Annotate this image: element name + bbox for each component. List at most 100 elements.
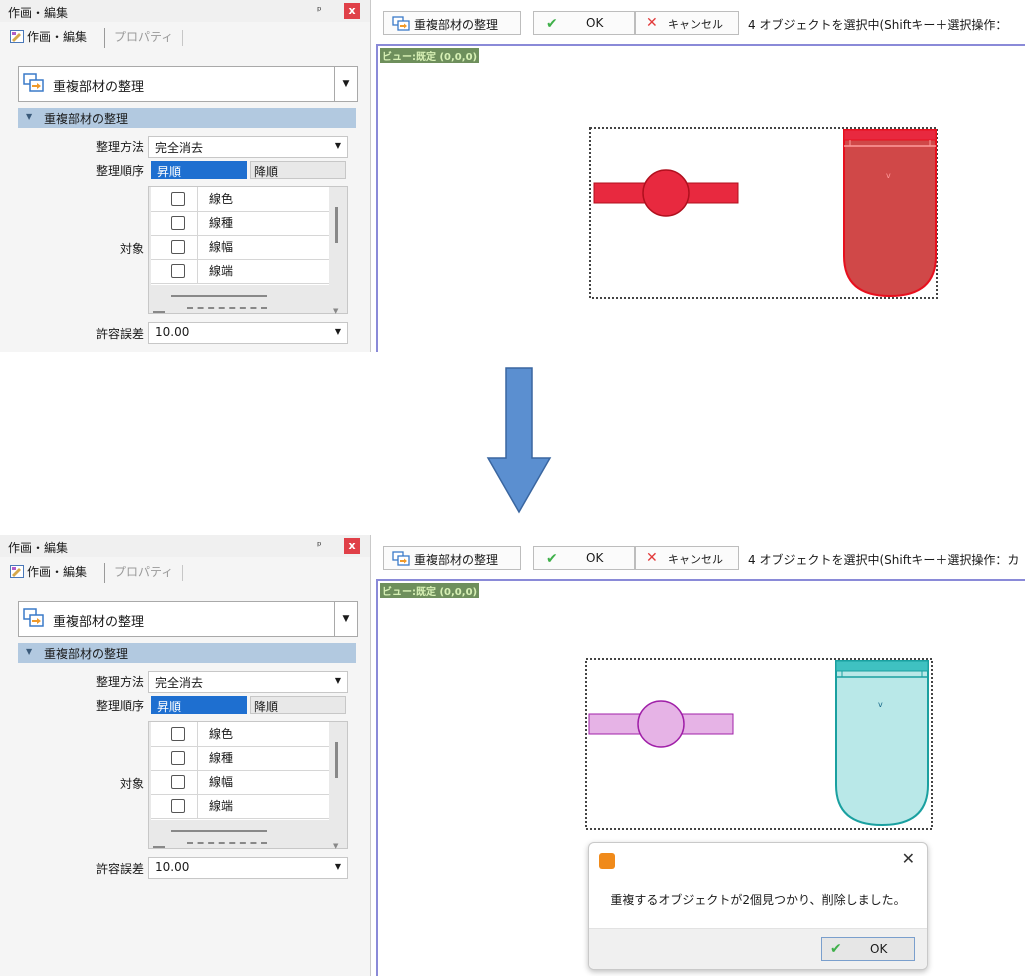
close-icon[interactable]: x: [344, 538, 360, 554]
close-icon[interactable]: ✕: [902, 849, 915, 868]
fixture-object[interactable]: [843, 129, 937, 298]
after-screenshot: 作画・編集 ᵖ x 作画・編集 プロパティ 重複部材の整理 ▼ ▼ 重複部材の整…: [0, 535, 1025, 976]
tab-draw-edit[interactable]: 作画・編集: [10, 26, 87, 48]
chevron-down-icon[interactable]: ▼: [335, 327, 341, 336]
pin-icon[interactable]: ᵖ: [317, 539, 322, 552]
tab-properties[interactable]: プロパティ: [114, 26, 173, 48]
duplicate-cleanup-button[interactable]: 重複部材の整理: [383, 11, 521, 35]
list-item[interactable]: 線端: [151, 794, 329, 819]
order-descending-button[interactable]: 降順: [250, 696, 346, 714]
horizontal-scrollbar[interactable]: [171, 295, 267, 297]
target-item-label: 線種: [209, 751, 234, 765]
target-list[interactable]: 線色 線種 線幅 線端 ▼: [148, 186, 348, 315]
group-header[interactable]: ▼ 重複部材の整理: [18, 108, 356, 128]
list-item[interactable]: 線色: [151, 187, 329, 212]
divider: [197, 746, 198, 770]
tolerance-field[interactable]: 10.00 ▼: [148, 857, 348, 879]
app-icon: [599, 853, 615, 869]
checkbox[interactable]: [171, 192, 185, 206]
vertical-scrollbar[interactable]: [335, 207, 338, 243]
target-label: 対象: [119, 242, 144, 256]
group-header[interactable]: ▼ 重複部材の整理: [18, 643, 356, 663]
dialog-message: 重複するオブジェクトが2個見つかり、削除しました。: [610, 893, 906, 907]
divider: [187, 307, 267, 309]
order-ascending-button[interactable]: 昇順: [151, 696, 247, 714]
dialog-footer: ✔ OK: [589, 928, 927, 969]
dialog-ok-button[interactable]: ✔ OK: [821, 937, 915, 961]
list-item[interactable]: 線色: [151, 722, 329, 747]
target-item-label: 線端: [209, 264, 234, 278]
method-select[interactable]: 完全消去 ▼: [148, 136, 348, 158]
tolerance-label: 許容誤差: [95, 862, 144, 876]
fitting-object[interactable]: [637, 700, 685, 748]
draw-edit-icon: [10, 30, 24, 43]
method-value: 完全消去: [155, 141, 204, 155]
cancel-button[interactable]: ✕ キャンセル: [635, 546, 739, 570]
cancel-button[interactable]: ✕ キャンセル: [635, 11, 739, 35]
function-select[interactable]: 重複部材の整理 ▼: [18, 601, 358, 637]
list-item[interactable]: 線幅: [151, 770, 329, 795]
pin-icon[interactable]: ᵖ: [317, 4, 322, 17]
checkbox[interactable]: [171, 799, 185, 813]
target-label: 対象: [119, 777, 144, 791]
fitting-object[interactable]: [642, 169, 690, 217]
method-select[interactable]: 完全消去 ▼: [148, 671, 348, 693]
chevron-down-icon[interactable]: ▼: [334, 67, 357, 101]
check-icon: ✔: [546, 551, 558, 567]
duplicate-cleanup-icon: [392, 551, 410, 566]
order-ascending-button[interactable]: 昇順: [151, 161, 247, 179]
ok-label: OK: [586, 16, 604, 30]
tolerance-label: 許容誤差: [95, 327, 144, 341]
result-dialog: ✕ 重複するオブジェクトが2個見つかり、削除しました。 ✔ OK: [588, 842, 928, 970]
tab-draw-edit[interactable]: 作画・編集: [10, 561, 87, 583]
fixture-object[interactable]: [835, 660, 929, 827]
tolerance-value: 10.00: [155, 860, 190, 874]
duplicate-cleanup-button[interactable]: 重複部材の整理: [383, 546, 521, 570]
tab-properties[interactable]: プロパティ: [114, 561, 173, 583]
list-item[interactable]: 線種: [151, 746, 329, 771]
horizontal-scrollbar[interactable]: [171, 830, 267, 832]
arrow-down-icon: [486, 367, 552, 514]
divider: [197, 259, 198, 283]
chevron-down-icon[interactable]: ▼: [334, 602, 357, 636]
divider: [197, 211, 198, 235]
list-item[interactable]: 線幅: [151, 235, 329, 260]
order-label: 整理順序: [95, 164, 144, 178]
tolerance-field[interactable]: 10.00 ▼: [148, 322, 348, 344]
cancel-label: キャンセル: [668, 553, 723, 566]
chevron-down-icon: ▼: [334, 141, 341, 150]
target-list[interactable]: 線色 線種 線幅 線端 ▼: [148, 721, 348, 850]
panel-titlebar: 作画・編集 ᵖ x: [0, 0, 370, 22]
command-toolbar: 重複部材の整理 ✔ OK ✕ キャンセル 4 オブジェクトを選択中(Shiftキ…: [376, 8, 1025, 38]
panel-title: 作画・編集: [8, 541, 69, 555]
close-icon[interactable]: x: [344, 3, 360, 19]
command-toolbar: 重複部材の整理 ✔ OK ✕ キャンセル 4 オブジェクトを選択中(Shiftキ…: [376, 543, 1025, 573]
ok-button[interactable]: ✔ OK: [533, 11, 635, 35]
duplicate-cleanup-icon: [23, 608, 44, 627]
ok-button[interactable]: ✔ OK: [533, 546, 635, 570]
checkbox[interactable]: [171, 216, 185, 230]
vertical-scrollbar[interactable]: [335, 742, 338, 778]
collapse-triangle-icon[interactable]: ▼: [26, 112, 32, 121]
chevron-down-icon[interactable]: ▼: [333, 307, 338, 315]
list-item[interactable]: 線端: [151, 259, 329, 284]
order-ascending-label: 昇順: [157, 700, 182, 714]
divider: [197, 794, 198, 818]
drawing-canvas[interactable]: ビュー:既定 (0,0,0) v: [376, 44, 1025, 352]
fixture-top: [835, 660, 929, 672]
chevron-down-icon[interactable]: ▼: [333, 842, 338, 850]
checkbox[interactable]: [171, 751, 185, 765]
checkbox[interactable]: [171, 240, 185, 254]
list-item[interactable]: 線種: [151, 211, 329, 236]
checkbox[interactable]: [171, 727, 185, 741]
function-select[interactable]: 重複部材の整理 ▼: [18, 66, 358, 102]
selection-status: 4 オブジェクトを選択中(Shiftキー＋選択操作：: [748, 18, 1008, 32]
function-label: 重複部材の整理: [53, 80, 145, 95]
divider: [153, 311, 165, 313]
chevron-down-icon[interactable]: ▼: [335, 862, 341, 871]
collapse-triangle-icon[interactable]: ▼: [26, 647, 32, 656]
panel-title: 作画・編集: [8, 6, 69, 20]
checkbox[interactable]: [171, 264, 185, 278]
checkbox[interactable]: [171, 775, 185, 789]
order-descending-button[interactable]: 降順: [250, 161, 346, 179]
